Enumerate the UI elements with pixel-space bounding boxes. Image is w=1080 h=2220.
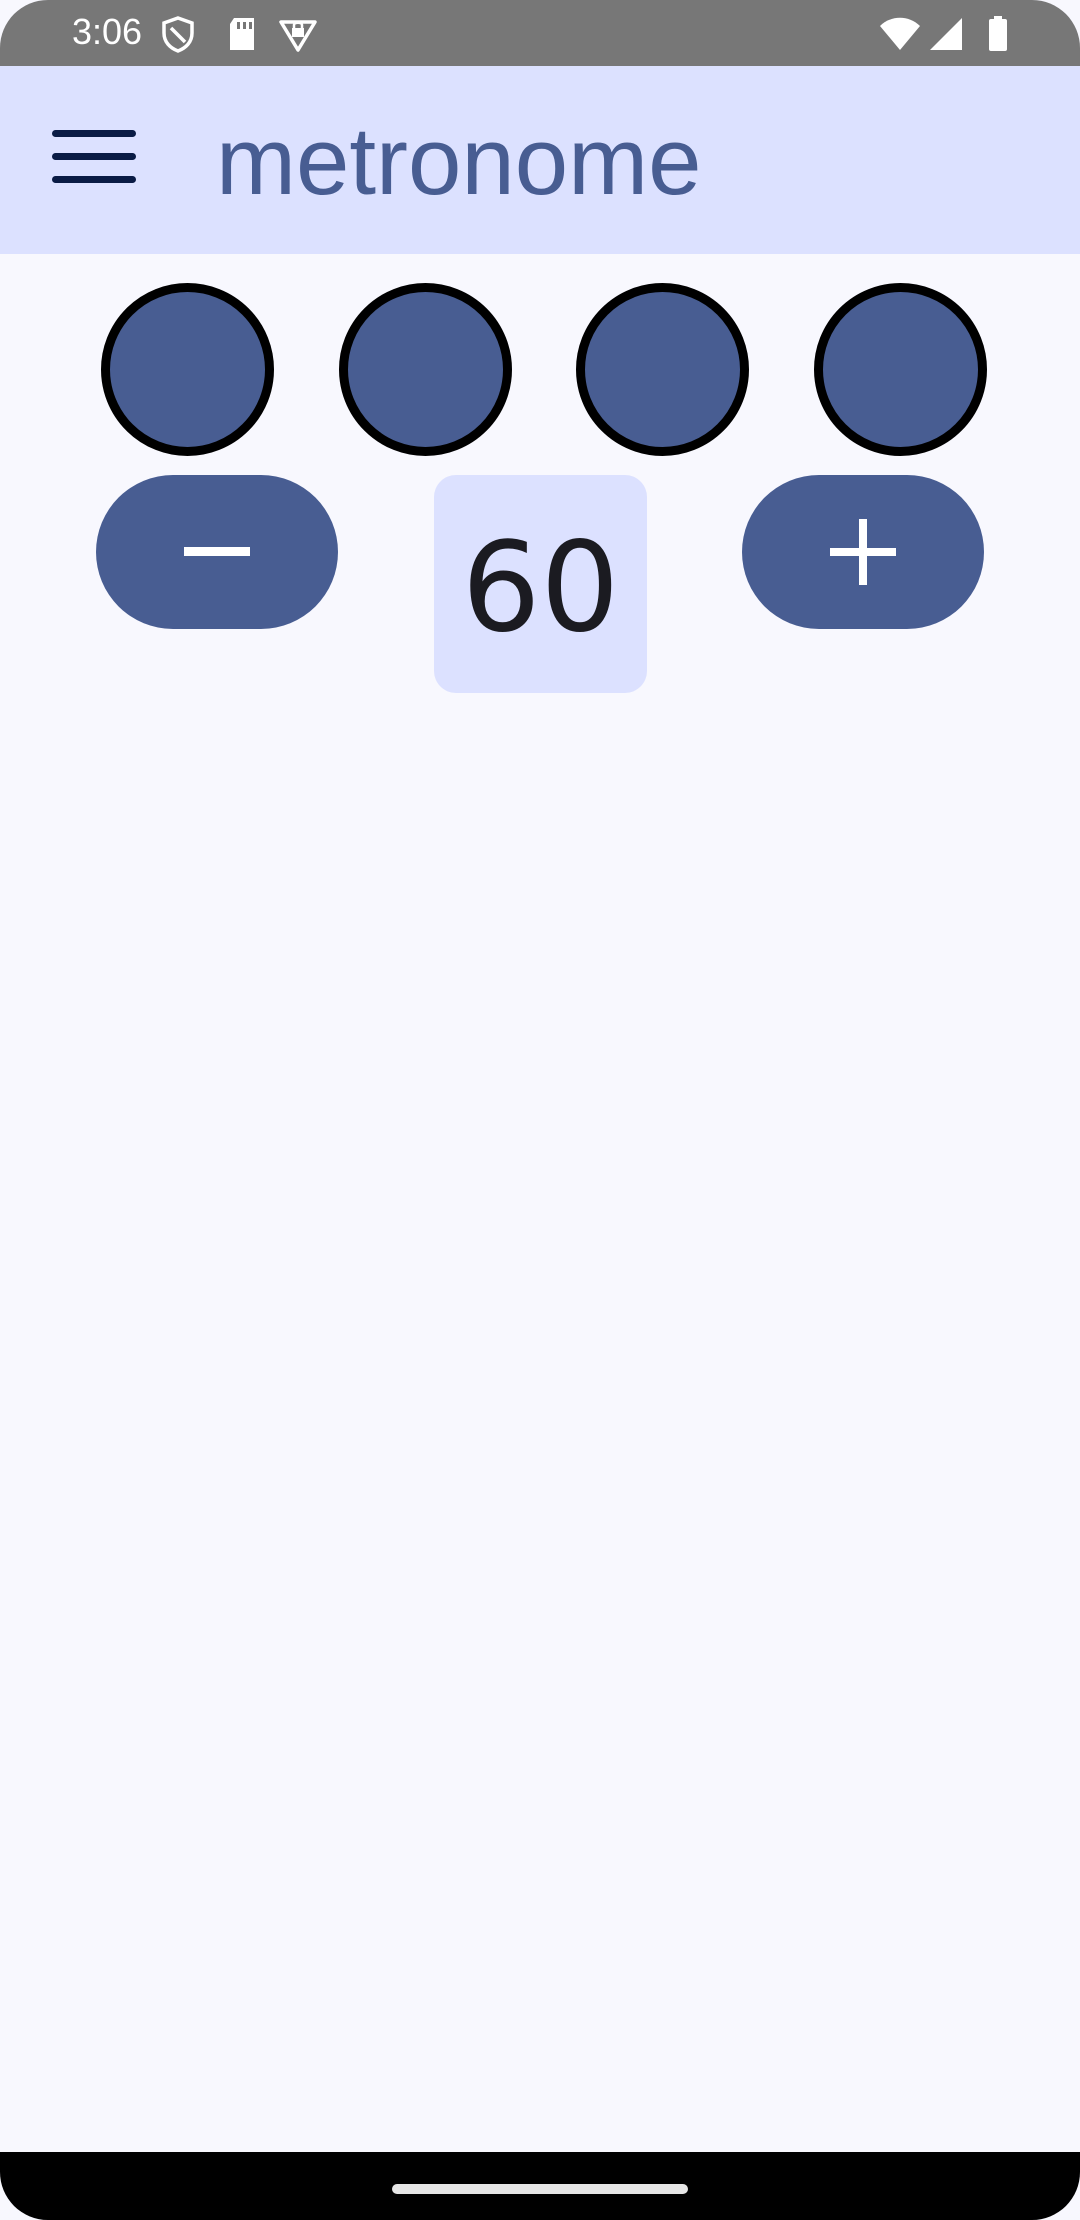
menu-button[interactable]	[30, 116, 158, 208]
tempo-display[interactable]: 60	[434, 475, 647, 693]
tempo-value: 60	[461, 516, 620, 660]
cell-signal-icon	[926, 14, 966, 54]
top-app-bar: metronome	[0, 66, 1080, 254]
hamburger-menu-icon	[52, 130, 136, 183]
beat-indicator-3[interactable]	[576, 283, 749, 456]
decrease-tempo-button[interactable]	[96, 475, 338, 629]
minus-icon	[184, 547, 250, 556]
wifi-icon	[878, 14, 920, 54]
battery-icon	[978, 14, 1018, 54]
status-time: 3:06	[72, 11, 143, 52]
plus-icon	[830, 519, 896, 585]
sd-card-icon	[222, 14, 262, 54]
beat-indicator-2[interactable]	[339, 283, 512, 456]
status-bar: 3:06	[0, 0, 1080, 66]
home-gesture-handle[interactable]	[392, 2184, 688, 2194]
beat-indicator-1[interactable]	[101, 283, 274, 456]
vpn-key-icon	[278, 14, 318, 54]
system-navigation-bar	[0, 2152, 1080, 2220]
beat-indicator-4[interactable]	[814, 283, 987, 456]
shield-icon	[158, 14, 198, 54]
increase-tempo-button[interactable]	[742, 475, 984, 629]
app-title: metronome	[216, 108, 702, 215]
